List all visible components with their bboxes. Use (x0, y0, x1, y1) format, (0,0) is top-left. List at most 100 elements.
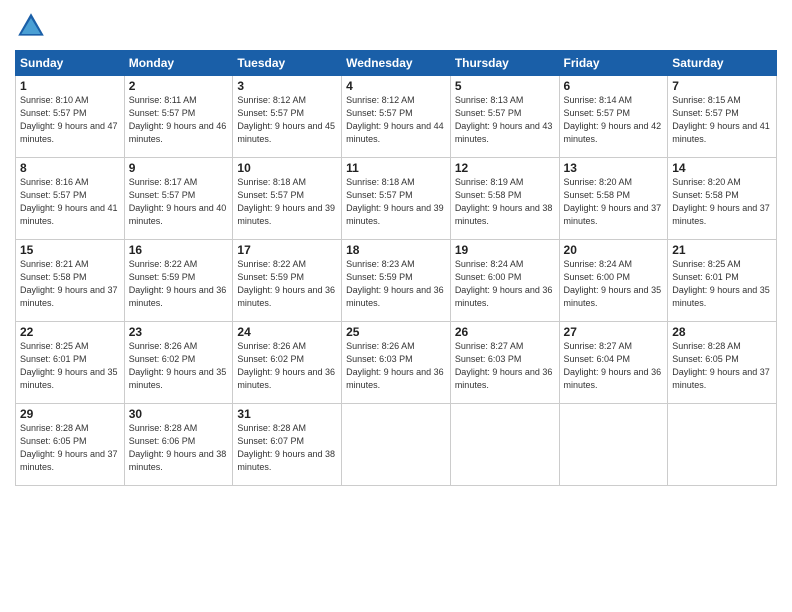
calendar-table: SundayMondayTuesdayWednesdayThursdayFrid… (15, 50, 777, 486)
calendar-cell (450, 404, 559, 486)
calendar-cell: 8Sunrise: 8:16 AMSunset: 5:57 PMDaylight… (16, 158, 125, 240)
calendar-cell: 5Sunrise: 8:13 AMSunset: 5:57 PMDaylight… (450, 76, 559, 158)
day-info: Sunrise: 8:14 AMSunset: 5:57 PMDaylight:… (564, 94, 664, 146)
day-number: 25 (346, 325, 446, 339)
day-number: 10 (237, 161, 337, 175)
day-info: Sunrise: 8:12 AMSunset: 5:57 PMDaylight:… (346, 94, 446, 146)
calendar-cell: 26Sunrise: 8:27 AMSunset: 6:03 PMDayligh… (450, 322, 559, 404)
day-number: 1 (20, 79, 120, 93)
day-number: 9 (129, 161, 229, 175)
day-info: Sunrise: 8:16 AMSunset: 5:57 PMDaylight:… (20, 176, 120, 228)
calendar-cell: 7Sunrise: 8:15 AMSunset: 5:57 PMDaylight… (668, 76, 777, 158)
calendar-cell (342, 404, 451, 486)
day-number: 8 (20, 161, 120, 175)
calendar-cell: 11Sunrise: 8:18 AMSunset: 5:57 PMDayligh… (342, 158, 451, 240)
day-number: 19 (455, 243, 555, 257)
logo-icon (15, 10, 47, 42)
calendar-cell (559, 404, 668, 486)
day-header: Friday (559, 51, 668, 76)
calendar-cell: 29Sunrise: 8:28 AMSunset: 6:05 PMDayligh… (16, 404, 125, 486)
day-info: Sunrise: 8:26 AMSunset: 6:03 PMDaylight:… (346, 340, 446, 392)
day-info: Sunrise: 8:25 AMSunset: 6:01 PMDaylight:… (672, 258, 772, 310)
day-info: Sunrise: 8:25 AMSunset: 6:01 PMDaylight:… (20, 340, 120, 392)
day-info: Sunrise: 8:27 AMSunset: 6:04 PMDaylight:… (564, 340, 664, 392)
day-number: 20 (564, 243, 664, 257)
day-info: Sunrise: 8:11 AMSunset: 5:57 PMDaylight:… (129, 94, 229, 146)
day-info: Sunrise: 8:17 AMSunset: 5:57 PMDaylight:… (129, 176, 229, 228)
day-info: Sunrise: 8:19 AMSunset: 5:58 PMDaylight:… (455, 176, 555, 228)
calendar-cell: 30Sunrise: 8:28 AMSunset: 6:06 PMDayligh… (124, 404, 233, 486)
calendar-cell: 25Sunrise: 8:26 AMSunset: 6:03 PMDayligh… (342, 322, 451, 404)
day-number: 17 (237, 243, 337, 257)
day-info: Sunrise: 8:12 AMSunset: 5:57 PMDaylight:… (237, 94, 337, 146)
calendar-cell: 22Sunrise: 8:25 AMSunset: 6:01 PMDayligh… (16, 322, 125, 404)
calendar-week-row: 22Sunrise: 8:25 AMSunset: 6:01 PMDayligh… (16, 322, 777, 404)
day-header: Tuesday (233, 51, 342, 76)
day-header: Saturday (668, 51, 777, 76)
calendar-week-row: 29Sunrise: 8:28 AMSunset: 6:05 PMDayligh… (16, 404, 777, 486)
calendar-cell: 18Sunrise: 8:23 AMSunset: 5:59 PMDayligh… (342, 240, 451, 322)
calendar-cell: 6Sunrise: 8:14 AMSunset: 5:57 PMDaylight… (559, 76, 668, 158)
day-info: Sunrise: 8:26 AMSunset: 6:02 PMDaylight:… (237, 340, 337, 392)
day-number: 6 (564, 79, 664, 93)
day-info: Sunrise: 8:27 AMSunset: 6:03 PMDaylight:… (455, 340, 555, 392)
day-number: 27 (564, 325, 664, 339)
day-number: 16 (129, 243, 229, 257)
day-number: 31 (237, 407, 337, 421)
header (15, 10, 777, 42)
day-number: 28 (672, 325, 772, 339)
calendar-cell: 20Sunrise: 8:24 AMSunset: 6:00 PMDayligh… (559, 240, 668, 322)
logo (15, 10, 51, 42)
day-number: 7 (672, 79, 772, 93)
calendar-cell: 14Sunrise: 8:20 AMSunset: 5:58 PMDayligh… (668, 158, 777, 240)
day-info: Sunrise: 8:28 AMSunset: 6:06 PMDaylight:… (129, 422, 229, 474)
calendar-cell: 12Sunrise: 8:19 AMSunset: 5:58 PMDayligh… (450, 158, 559, 240)
day-info: Sunrise: 8:28 AMSunset: 6:07 PMDaylight:… (237, 422, 337, 474)
day-number: 13 (564, 161, 664, 175)
calendar-cell: 19Sunrise: 8:24 AMSunset: 6:00 PMDayligh… (450, 240, 559, 322)
day-number: 29 (20, 407, 120, 421)
day-info: Sunrise: 8:15 AMSunset: 5:57 PMDaylight:… (672, 94, 772, 146)
calendar-cell: 2Sunrise: 8:11 AMSunset: 5:57 PMDaylight… (124, 76, 233, 158)
day-number: 21 (672, 243, 772, 257)
day-number: 2 (129, 79, 229, 93)
day-number: 26 (455, 325, 555, 339)
calendar-cell: 13Sunrise: 8:20 AMSunset: 5:58 PMDayligh… (559, 158, 668, 240)
calendar-body: 1Sunrise: 8:10 AMSunset: 5:57 PMDaylight… (16, 76, 777, 486)
day-number: 23 (129, 325, 229, 339)
day-info: Sunrise: 8:18 AMSunset: 5:57 PMDaylight:… (346, 176, 446, 228)
day-info: Sunrise: 8:20 AMSunset: 5:58 PMDaylight:… (564, 176, 664, 228)
calendar-cell: 15Sunrise: 8:21 AMSunset: 5:58 PMDayligh… (16, 240, 125, 322)
calendar-cell: 16Sunrise: 8:22 AMSunset: 5:59 PMDayligh… (124, 240, 233, 322)
calendar-cell: 24Sunrise: 8:26 AMSunset: 6:02 PMDayligh… (233, 322, 342, 404)
calendar-cell: 21Sunrise: 8:25 AMSunset: 6:01 PMDayligh… (668, 240, 777, 322)
calendar-header-row: SundayMondayTuesdayWednesdayThursdayFrid… (16, 51, 777, 76)
calendar-cell: 1Sunrise: 8:10 AMSunset: 5:57 PMDaylight… (16, 76, 125, 158)
day-info: Sunrise: 8:26 AMSunset: 6:02 PMDaylight:… (129, 340, 229, 392)
day-number: 18 (346, 243, 446, 257)
day-info: Sunrise: 8:18 AMSunset: 5:57 PMDaylight:… (237, 176, 337, 228)
day-info: Sunrise: 8:10 AMSunset: 5:57 PMDaylight:… (20, 94, 120, 146)
day-info: Sunrise: 8:24 AMSunset: 6:00 PMDaylight:… (564, 258, 664, 310)
calendar-cell: 9Sunrise: 8:17 AMSunset: 5:57 PMDaylight… (124, 158, 233, 240)
calendar-cell: 28Sunrise: 8:28 AMSunset: 6:05 PMDayligh… (668, 322, 777, 404)
calendar-week-row: 1Sunrise: 8:10 AMSunset: 5:57 PMDaylight… (16, 76, 777, 158)
day-number: 22 (20, 325, 120, 339)
day-header: Wednesday (342, 51, 451, 76)
day-number: 15 (20, 243, 120, 257)
calendar-week-row: 15Sunrise: 8:21 AMSunset: 5:58 PMDayligh… (16, 240, 777, 322)
day-number: 5 (455, 79, 555, 93)
day-info: Sunrise: 8:24 AMSunset: 6:00 PMDaylight:… (455, 258, 555, 310)
calendar-cell: 17Sunrise: 8:22 AMSunset: 5:59 PMDayligh… (233, 240, 342, 322)
day-number: 14 (672, 161, 772, 175)
page-container: SundayMondayTuesdayWednesdayThursdayFrid… (0, 0, 792, 612)
calendar-cell: 23Sunrise: 8:26 AMSunset: 6:02 PMDayligh… (124, 322, 233, 404)
day-info: Sunrise: 8:22 AMSunset: 5:59 PMDaylight:… (237, 258, 337, 310)
day-number: 3 (237, 79, 337, 93)
day-header: Sunday (16, 51, 125, 76)
day-number: 11 (346, 161, 446, 175)
day-number: 12 (455, 161, 555, 175)
day-info: Sunrise: 8:28 AMSunset: 6:05 PMDaylight:… (20, 422, 120, 474)
day-number: 24 (237, 325, 337, 339)
day-info: Sunrise: 8:20 AMSunset: 5:58 PMDaylight:… (672, 176, 772, 228)
